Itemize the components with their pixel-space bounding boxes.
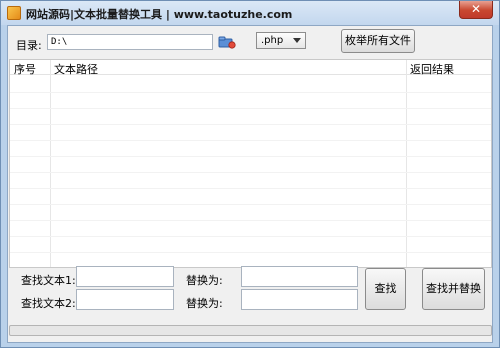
extension-select-value: .php [261,35,284,46]
find-and-replace-button[interactable]: 查找并替换 [422,268,485,310]
row-gridline [10,140,491,141]
row-gridline [10,204,491,205]
find-text-1-label: 查找文本1: [21,274,76,287]
progress-bar [9,325,492,336]
replace-with-1-input[interactable] [241,266,358,287]
directory-input[interactable]: D:\ [47,34,213,50]
column-header-path[interactable]: 文本路径 [54,61,98,77]
row-gridline [10,92,491,93]
window-title: 网站源码|文本批量替换工具 | www.taotuzhe.com [26,8,293,21]
find-text-2-label: 查找文本2: [21,297,76,310]
app-window: 网站源码|文本批量替换工具 | www.taotuzhe.com ✕ 目录: D… [0,0,500,348]
row-gridline [10,220,491,221]
row-gridline [10,124,491,125]
row-gridline [10,252,491,253]
column-header-index[interactable]: 序号 [14,61,36,77]
directory-label: 目录: [16,39,42,52]
enumerate-files-button[interactable]: 枚举所有文件 [341,29,415,53]
column-header-result[interactable]: 返回结果 [410,61,454,77]
title-bar[interactable]: 网站源码|文本批量替换工具 | www.taotuzhe.com ✕ [1,1,499,25]
close-button[interactable]: ✕ [459,1,493,19]
replace-with-1-label: 替换为: [186,274,223,287]
chevron-down-icon [293,38,301,43]
row-gridline [10,108,491,109]
extension-select[interactable]: .php [256,32,306,49]
replace-with-2-label: 替换为: [186,297,223,310]
file-list[interactable]: 序号 文本路径 返回结果 [9,59,492,268]
replace-with-2-input[interactable] [241,289,358,310]
app-icon [7,6,21,20]
client-area: 目录: D:\ .php 枚举所有文件 序号 文本路径 返回结果 查找文本1: … [7,25,493,343]
list-header: 序号 文本路径 返回结果 [10,60,491,77]
row-gridline [10,156,491,157]
row-gridline [10,188,491,189]
find-text-2-input[interactable] [76,289,174,310]
row-gridline [10,172,491,173]
find-text-1-input[interactable] [76,266,174,287]
row-gridline [10,236,491,237]
browse-folder-icon[interactable] [218,35,236,49]
find-button[interactable]: 查找 [365,268,406,310]
